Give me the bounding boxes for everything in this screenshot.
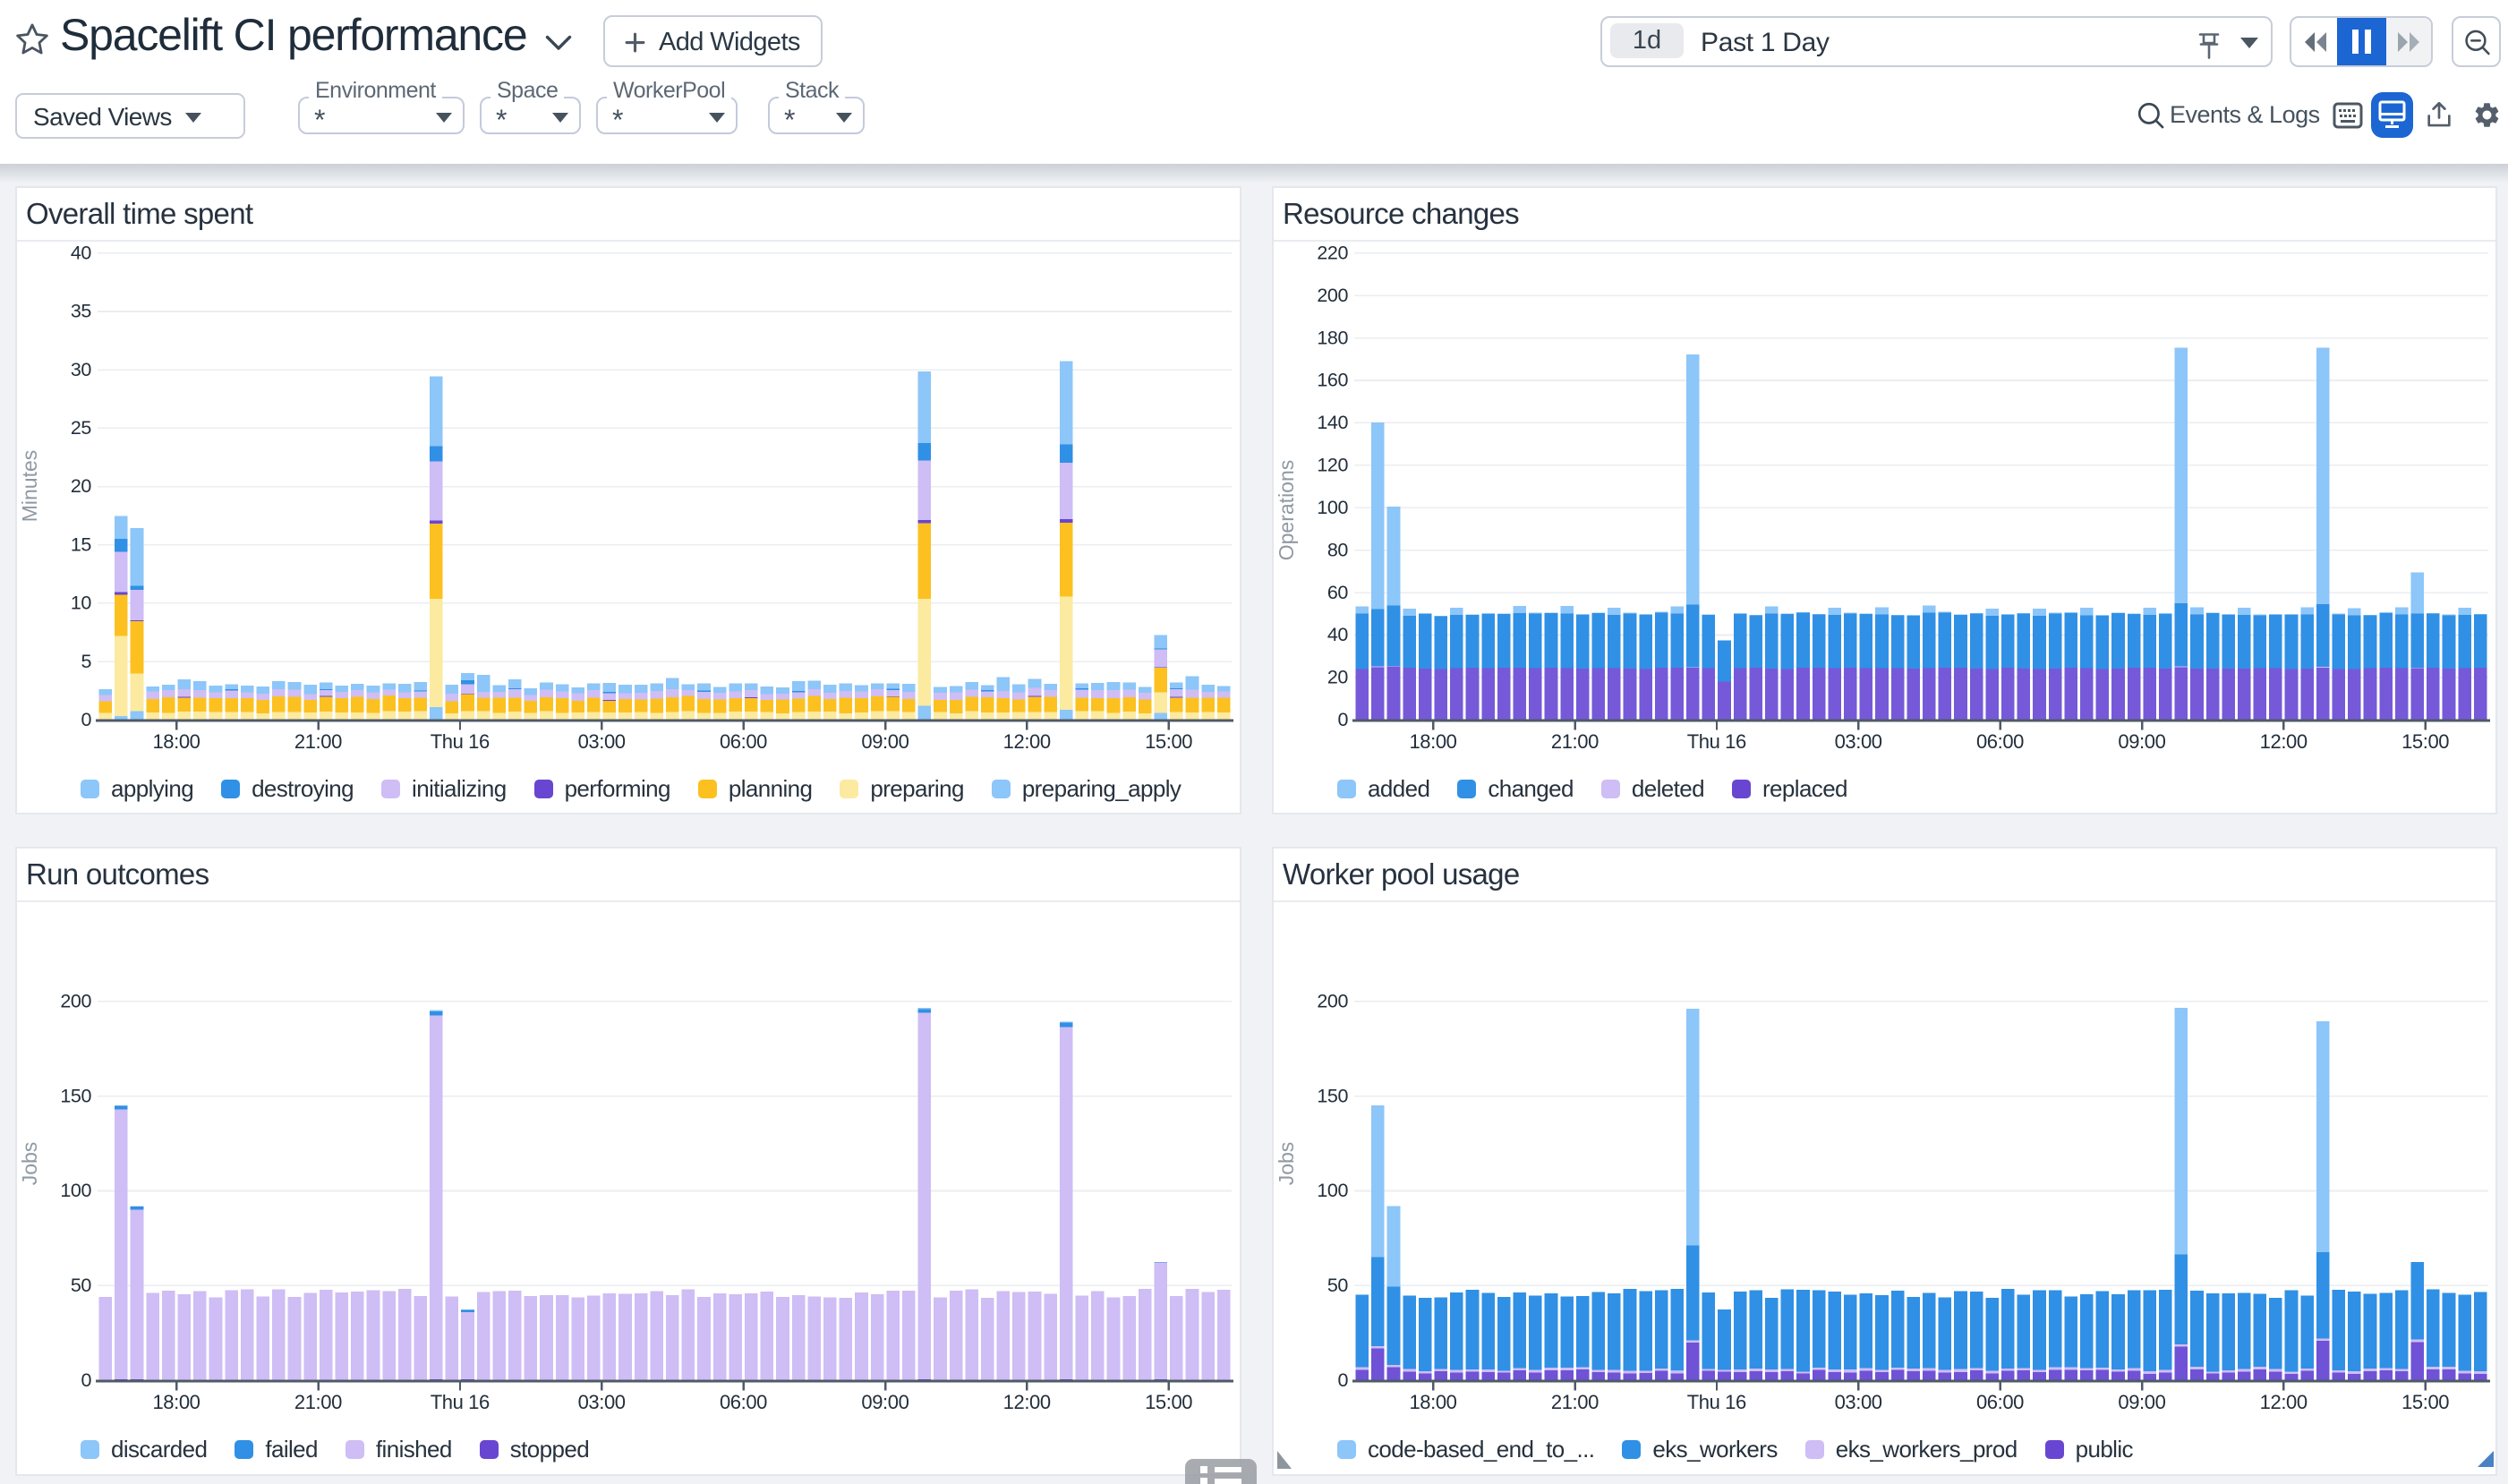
svg-text:20: 20 xyxy=(71,475,92,497)
svg-text:03:00: 03:00 xyxy=(1835,730,1882,753)
svg-text:03:00: 03:00 xyxy=(1835,1391,1882,1413)
svg-text:Jobs: Jobs xyxy=(1275,1142,1298,1186)
svg-text:140: 140 xyxy=(1317,412,1348,433)
svg-text:0: 0 xyxy=(1337,709,1348,730)
svg-text:03:00: 03:00 xyxy=(578,730,626,753)
svg-text:220: 220 xyxy=(1317,243,1348,264)
svg-text:100: 100 xyxy=(60,1180,91,1201)
svg-text:21:00: 21:00 xyxy=(294,1391,342,1413)
svg-text:Thu 16: Thu 16 xyxy=(431,1391,490,1413)
svg-text:18:00: 18:00 xyxy=(152,730,200,753)
svg-text:15:00: 15:00 xyxy=(1145,1391,1192,1413)
svg-text:180: 180 xyxy=(1317,327,1348,348)
svg-text:150: 150 xyxy=(60,1085,91,1106)
svg-text:06:00: 06:00 xyxy=(1976,1391,2024,1413)
svg-text:160: 160 xyxy=(1317,370,1348,391)
svg-text:200: 200 xyxy=(1317,285,1348,306)
svg-text:200: 200 xyxy=(1317,990,1348,1011)
svg-text:40: 40 xyxy=(1327,624,1349,645)
svg-text:80: 80 xyxy=(1327,539,1349,560)
svg-text:03:00: 03:00 xyxy=(578,1391,626,1413)
svg-text:Thu 16: Thu 16 xyxy=(431,730,490,753)
svg-text:12:00: 12:00 xyxy=(1003,730,1051,753)
svg-text:150: 150 xyxy=(1317,1085,1348,1106)
svg-text:21:00: 21:00 xyxy=(294,730,342,753)
svg-text:Thu 16: Thu 16 xyxy=(1687,1391,1746,1413)
svg-text:Minutes: Minutes xyxy=(18,450,41,523)
svg-text:09:00: 09:00 xyxy=(2118,1391,2165,1413)
svg-text:06:00: 06:00 xyxy=(720,1391,767,1413)
svg-text:21:00: 21:00 xyxy=(1551,1391,1599,1413)
svg-text:18:00: 18:00 xyxy=(152,1391,200,1413)
svg-text:40: 40 xyxy=(71,243,92,264)
svg-text:Thu 16: Thu 16 xyxy=(1687,730,1746,753)
svg-text:09:00: 09:00 xyxy=(861,1391,909,1413)
svg-text:15: 15 xyxy=(71,533,92,555)
svg-text:09:00: 09:00 xyxy=(861,730,909,753)
svg-text:18:00: 18:00 xyxy=(1409,1391,1456,1413)
svg-text:60: 60 xyxy=(1327,582,1349,603)
svg-text:30: 30 xyxy=(71,359,92,380)
svg-text:20: 20 xyxy=(1327,667,1349,688)
svg-text:0: 0 xyxy=(1337,1369,1348,1391)
svg-text:100: 100 xyxy=(1317,497,1348,518)
svg-text:50: 50 xyxy=(1327,1275,1349,1296)
svg-text:120: 120 xyxy=(1317,455,1348,476)
svg-text:09:00: 09:00 xyxy=(2118,730,2165,753)
svg-text:18:00: 18:00 xyxy=(1409,730,1456,753)
svg-text:15:00: 15:00 xyxy=(2401,730,2449,753)
svg-text:21:00: 21:00 xyxy=(1551,730,1599,753)
svg-text:50: 50 xyxy=(71,1275,92,1296)
svg-text:10: 10 xyxy=(71,593,92,614)
svg-text:15:00: 15:00 xyxy=(1145,730,1192,753)
svg-text:Operations: Operations xyxy=(1275,460,1298,561)
svg-text:0: 0 xyxy=(81,1369,91,1391)
svg-text:06:00: 06:00 xyxy=(720,730,767,753)
svg-text:12:00: 12:00 xyxy=(2260,730,2308,753)
svg-text:12:00: 12:00 xyxy=(2260,1391,2308,1413)
svg-text:100: 100 xyxy=(1317,1180,1348,1201)
svg-text:200: 200 xyxy=(60,990,91,1011)
svg-text:15:00: 15:00 xyxy=(2401,1391,2449,1413)
svg-text:06:00: 06:00 xyxy=(1976,730,2024,753)
svg-text:12:00: 12:00 xyxy=(1003,1391,1051,1413)
svg-text:35: 35 xyxy=(71,301,92,322)
svg-text:25: 25 xyxy=(71,417,92,439)
svg-text:0: 0 xyxy=(81,709,91,730)
svg-text:Jobs: Jobs xyxy=(18,1142,41,1186)
svg-text:5: 5 xyxy=(81,651,91,672)
